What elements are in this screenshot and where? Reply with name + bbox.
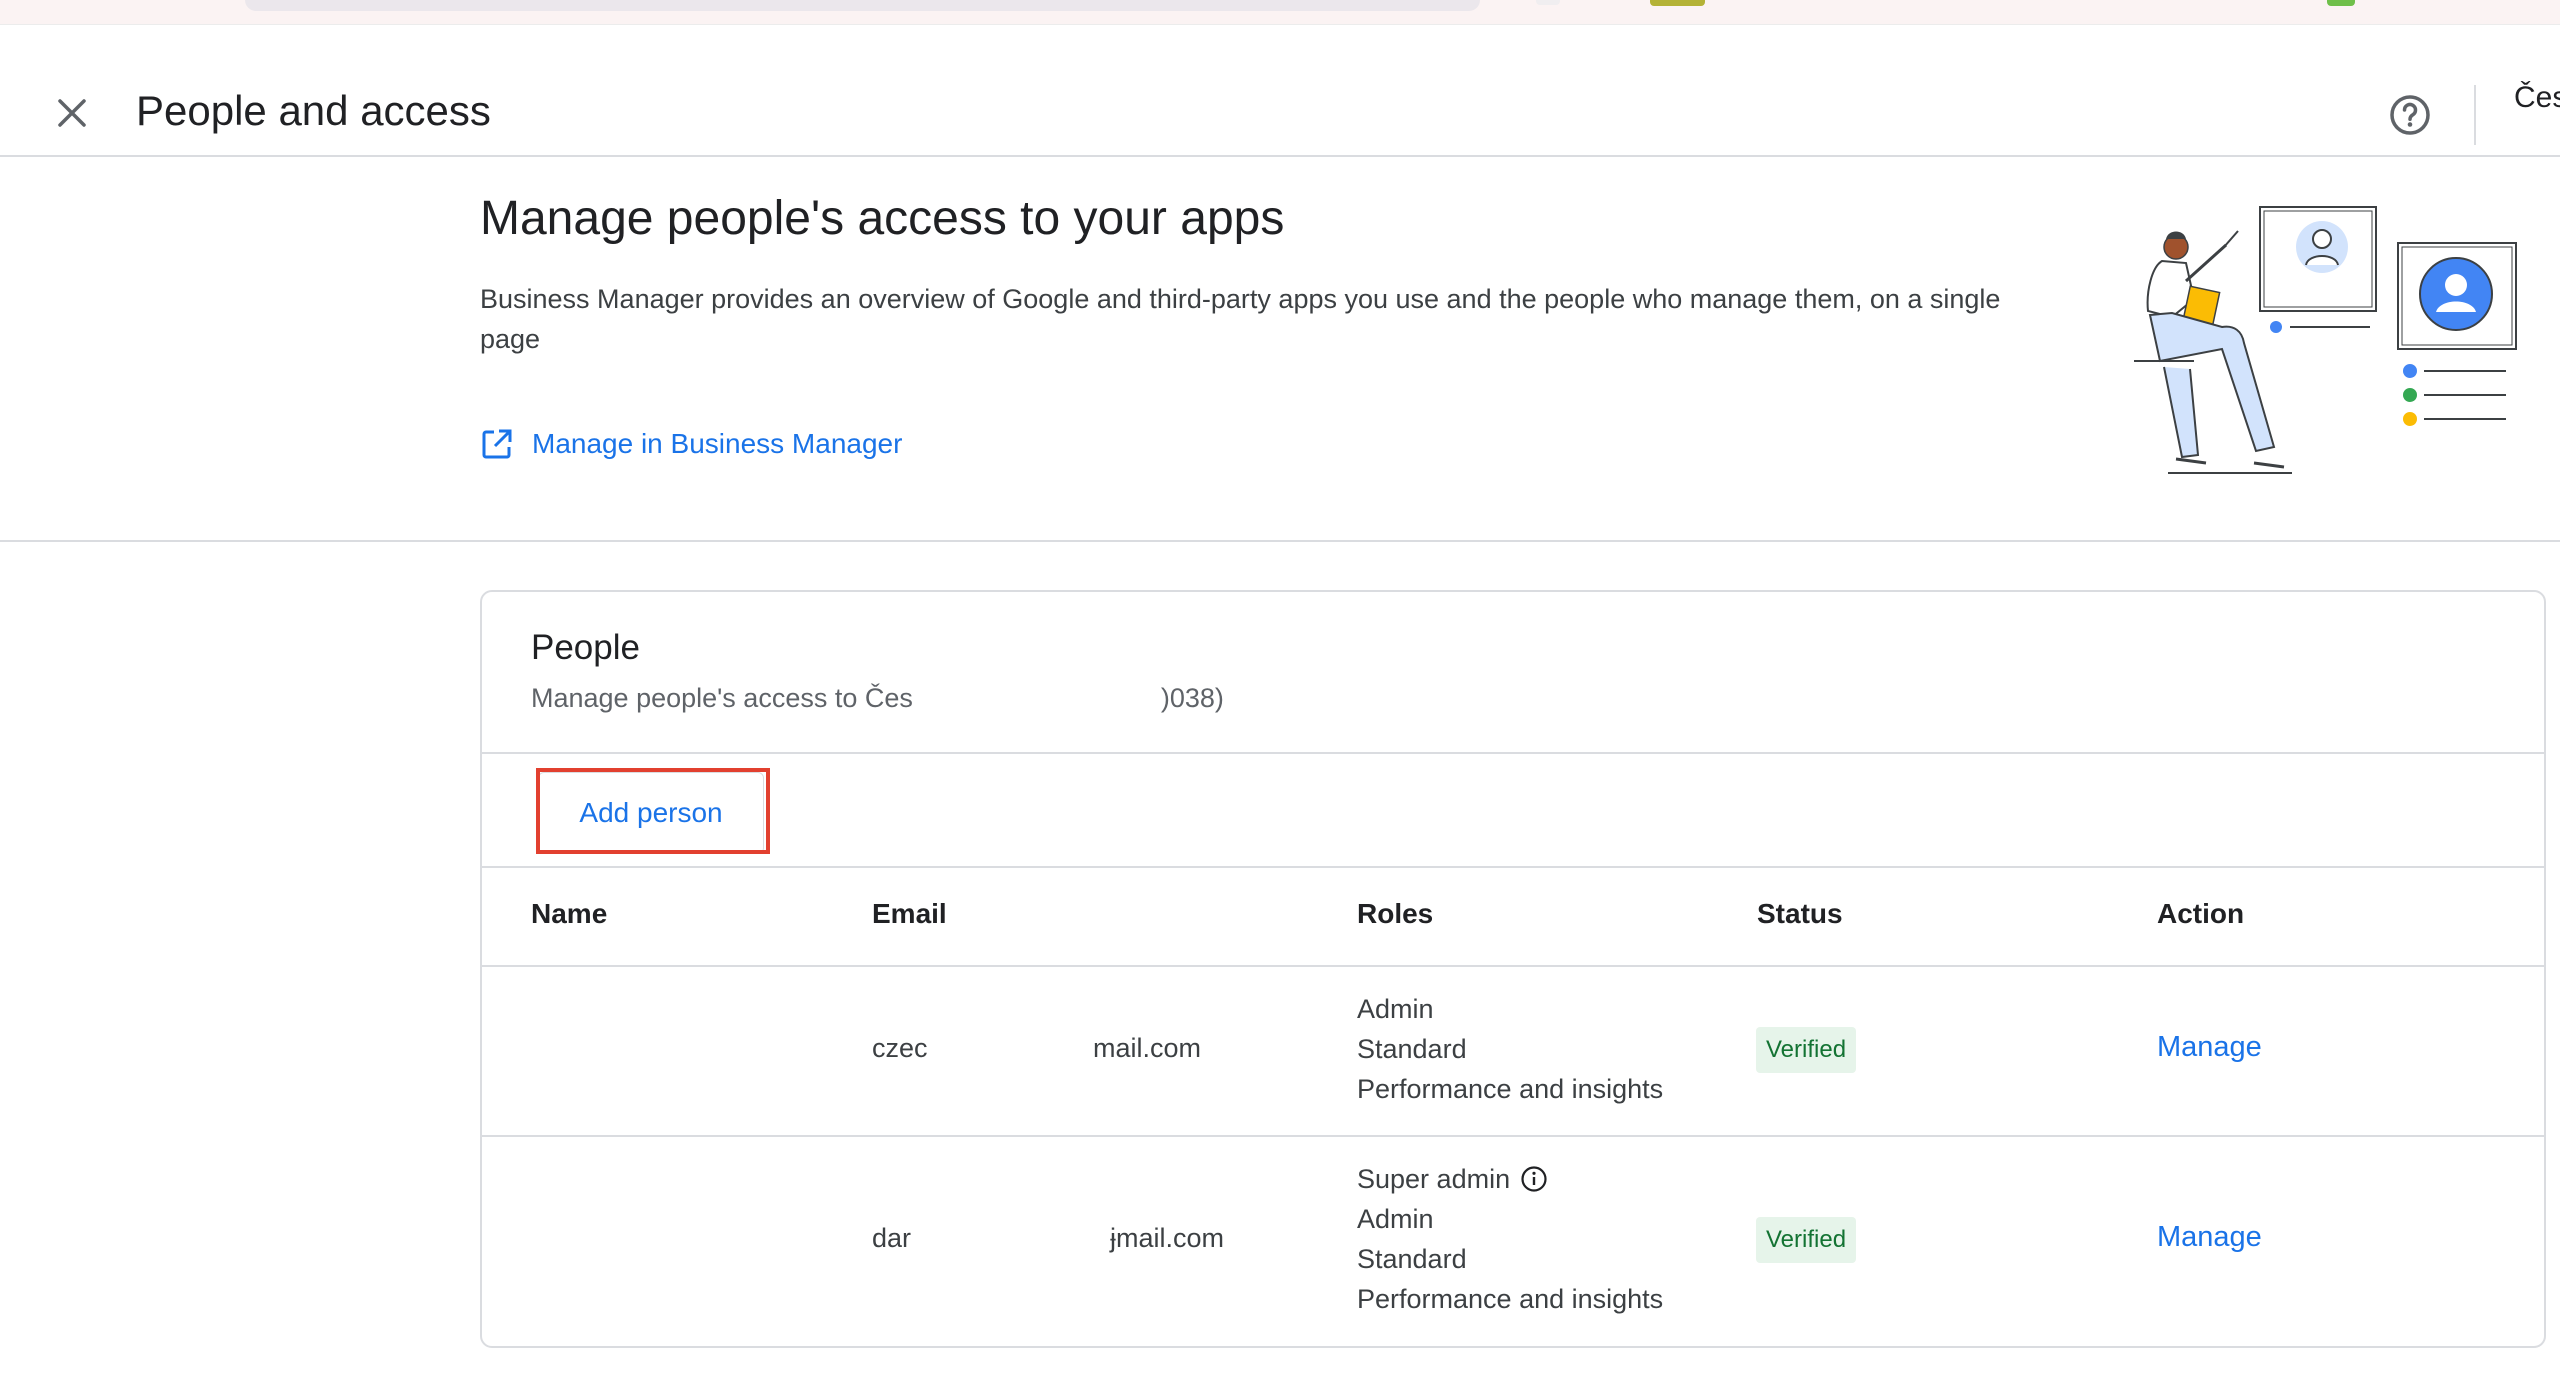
manage-link[interactable]: Manage	[2157, 1221, 2262, 1254]
card-subtitle-suffix: )038)	[1160, 683, 1224, 713]
column-header-email[interactable]: Email	[872, 898, 947, 930]
role-item: Standard	[1357, 1034, 1467, 1064]
intro-heading: Manage people's access to your apps	[480, 192, 1285, 245]
role-item: Performance and insights	[1357, 1074, 1664, 1104]
card-subtitle-prefix: Manage people's access to Čes	[531, 683, 913, 713]
add-person-button[interactable]: Add person	[538, 772, 764, 854]
browser-tab-indicator	[1536, 0, 1560, 5]
help-circle-icon	[2390, 95, 2430, 135]
cell-email-end: mail.com	[1093, 1033, 1202, 1063]
cell-email-start: dar	[872, 1223, 912, 1253]
manage-link-label: Manage in Business Manager	[532, 428, 903, 459]
info-icon[interactable]	[1520, 1165, 1548, 1193]
role-item: Performance and insights	[1357, 1284, 1664, 1314]
role-item: Admin	[1357, 1204, 1434, 1234]
browser-strip	[0, 0, 2560, 25]
manage-link[interactable]: Manage	[2157, 1031, 2262, 1064]
role-item-super-admin: Super admin	[1357, 1159, 1663, 1199]
column-header-name[interactable]: Name	[531, 898, 607, 930]
card-subtitle: Manage people's access to Čes )038)	[531, 683, 1224, 715]
divider	[482, 752, 2544, 754]
card-title: People	[531, 628, 640, 667]
page-header: People and access Čes	[0, 25, 2560, 157]
column-header-roles[interactable]: Roles	[1357, 898, 1433, 930]
browser-extension-chip[interactable]	[1650, 0, 1705, 6]
cell-roles: Admin Standard Performance and insights	[1357, 989, 1663, 1109]
intro-description: Business Manager provides an overview of…	[480, 284, 2001, 354]
browser-address-bar[interactable]	[245, 0, 1480, 11]
redacted-region	[912, 684, 1161, 715]
close-button[interactable]	[48, 89, 96, 137]
role-item: Admin	[1357, 994, 1434, 1024]
cell-email-start: czec	[872, 1033, 928, 1063]
status-badge: Verified	[1756, 1217, 1857, 1263]
manage-in-business-manager-link[interactable]: Manage in Business Manager	[480, 427, 902, 461]
close-icon	[58, 99, 86, 127]
column-header-status[interactable]: Status	[1757, 898, 1843, 930]
account-name[interactable]: Čes	[2514, 81, 2560, 115]
browser-extension-chip[interactable]	[2327, 0, 2355, 6]
role-item: Standard	[1357, 1244, 1467, 1274]
people-illustration	[2134, 206, 2517, 474]
header-divider	[2474, 85, 2476, 145]
open-in-new-icon	[482, 429, 512, 459]
role-label: Super admin	[1357, 1164, 1511, 1194]
cell-email-end: ɉmail.com	[1110, 1223, 1225, 1253]
cell-roles: Super admin Admin Standard Performance a…	[1357, 1159, 1663, 1319]
table-row: czec mail.com Admin Standard Performance…	[482, 967, 2544, 1135]
divider	[482, 866, 2544, 868]
intro-section: Manage people's access to your apps Busi…	[0, 157, 2560, 542]
column-header-action: Action	[2157, 898, 2245, 929]
help-button[interactable]	[2386, 91, 2434, 139]
page-title: People and access	[136, 87, 491, 134]
table-row: dar ɉmail.com Super admin Admin Standard…	[482, 1137, 2544, 1346]
people-card: People Manage people's access to Čes )038…	[480, 590, 2546, 1348]
status-badge: Verified	[1756, 1027, 1857, 1073]
